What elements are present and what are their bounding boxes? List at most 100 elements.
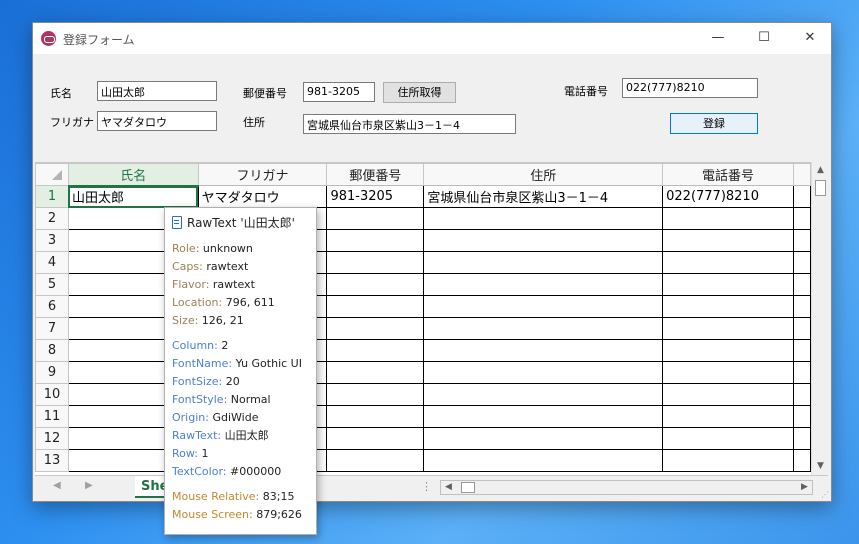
table-cell[interactable] xyxy=(662,317,794,340)
table-cell[interactable] xyxy=(662,295,794,318)
table-cell[interactable] xyxy=(423,405,664,428)
table-cell[interactable] xyxy=(662,229,794,252)
table-cell[interactable] xyxy=(662,207,794,230)
row-header[interactable]: 10 xyxy=(35,383,69,406)
table-cell[interactable] xyxy=(423,361,664,384)
close-button[interactable]: ✕ xyxy=(787,23,833,54)
table-cell[interactable] xyxy=(326,229,425,252)
scroll-down-arrow-icon[interactable]: ▼ xyxy=(813,459,828,474)
table-cell[interactable] xyxy=(792,295,811,318)
table-cell[interactable] xyxy=(792,339,811,362)
table-cell[interactable] xyxy=(423,383,664,406)
table-cell[interactable] xyxy=(326,449,425,472)
table-cell[interactable] xyxy=(326,295,425,318)
scroll-left-arrow-icon[interactable]: ◀ xyxy=(442,481,455,494)
address-field[interactable]: 宮城県仙台市泉区紫山3－1－4 xyxy=(303,114,516,134)
table-cell[interactable] xyxy=(423,207,664,230)
column-header[interactable]: 住所 xyxy=(423,163,664,186)
table-cell[interactable]: 宮城県仙台市泉区紫山3－1－4 xyxy=(423,185,664,208)
table-cell[interactable] xyxy=(792,449,811,472)
scroll-right-arrow-icon[interactable]: ▶ xyxy=(798,481,811,494)
table-cell[interactable]: 山田太郎 xyxy=(67,185,199,208)
horizontal-scroll-thumb[interactable] xyxy=(461,482,475,493)
tab-scroll-right-icon[interactable]: ▶ xyxy=(85,480,93,491)
row-header[interactable]: 8 xyxy=(35,339,69,362)
table-cell[interactable] xyxy=(792,273,811,296)
table-cell[interactable] xyxy=(792,361,811,384)
postal-field[interactable]: 981-3205 xyxy=(303,82,375,102)
table-cell[interactable] xyxy=(662,251,794,274)
table-cell[interactable] xyxy=(326,251,425,274)
table-cell[interactable] xyxy=(423,229,664,252)
resize-grip-icon[interactable]: ⋰ xyxy=(821,490,829,499)
table-cell[interactable] xyxy=(326,405,425,428)
table-cell[interactable] xyxy=(326,383,425,406)
furigana-field[interactable]: ヤマダタロウ xyxy=(97,111,217,131)
get-address-button[interactable]: 住所取得 xyxy=(383,82,456,103)
maximize-button[interactable]: ☐ xyxy=(741,23,787,54)
table-cell[interactable] xyxy=(662,273,794,296)
column-header[interactable]: 電話番号 xyxy=(662,163,794,186)
table-cell[interactable] xyxy=(792,317,811,340)
row-header[interactable]: 7 xyxy=(35,317,69,340)
table-cell[interactable] xyxy=(423,317,664,340)
table-cell[interactable]: ヤマダタロウ xyxy=(197,185,328,208)
table-cell[interactable] xyxy=(792,207,811,230)
row-header[interactable]: 11 xyxy=(35,405,69,428)
column-header[interactable]: フリガナ xyxy=(197,163,328,186)
furigana-label: フリガナ xyxy=(50,116,94,129)
table-cell[interactable] xyxy=(326,339,425,362)
row-header[interactable]: 1 xyxy=(35,185,69,208)
table-cell[interactable] xyxy=(662,339,794,362)
table-cell[interactable] xyxy=(423,427,664,450)
table-cell[interactable] xyxy=(326,361,425,384)
table-cell[interactable] xyxy=(662,449,794,472)
splitter-handle-icon[interactable]: ⋮ xyxy=(421,480,432,493)
table-cell[interactable] xyxy=(792,383,811,406)
tooltip-property-row: Flavor: rawtext xyxy=(172,276,309,294)
register-button[interactable]: 登録 xyxy=(670,113,758,134)
vertical-scroll-thumb[interactable] xyxy=(815,180,826,196)
minimize-button[interactable]: — xyxy=(695,23,741,54)
vertical-scrollbar[interactable]: ▲ ▼ xyxy=(811,162,828,475)
table-cell[interactable] xyxy=(662,383,794,406)
scroll-up-arrow-icon[interactable]: ▲ xyxy=(813,163,828,178)
row-header[interactable]: 6 xyxy=(35,295,69,318)
horizontal-scrollbar[interactable]: ◀ ▶ xyxy=(440,480,813,495)
table-cell[interactable] xyxy=(423,339,664,362)
select-all-corner[interactable] xyxy=(35,163,69,186)
row-header[interactable]: 4 xyxy=(35,251,69,274)
table-cell[interactable] xyxy=(662,361,794,384)
row-header[interactable]: 12 xyxy=(35,427,69,450)
table-cell[interactable] xyxy=(423,449,664,472)
table-cell[interactable] xyxy=(662,405,794,428)
table-cell[interactable] xyxy=(423,295,664,318)
table-cell[interactable] xyxy=(792,405,811,428)
table-cell[interactable] xyxy=(792,185,811,208)
table-cell[interactable] xyxy=(423,251,664,274)
table-cell[interactable] xyxy=(326,273,425,296)
column-header[interactable]: 氏名 xyxy=(67,163,199,187)
row-header[interactable]: 3 xyxy=(35,229,69,252)
row-header[interactable]: 13 xyxy=(35,449,69,472)
row-header[interactable]: 5 xyxy=(35,273,69,296)
table-cell[interactable]: 022(777)8210 xyxy=(662,185,794,208)
spreadsheet-grid[interactable]: 氏名 フリガナ 郵便番号 住所 電話番号 1 山田太郎 ヤマダタロウ 981-3… xyxy=(35,162,811,475)
column-header-extra[interactable] xyxy=(792,163,811,186)
title-bar[interactable]: 登録フォーム — ☐ ✕ xyxy=(33,23,831,54)
row-header[interactable]: 2 xyxy=(35,207,69,230)
table-cell[interactable] xyxy=(326,317,425,340)
name-field[interactable]: 山田太郎 xyxy=(97,81,217,101)
table-cell[interactable] xyxy=(792,229,811,252)
tab-scroll-left-icon[interactable]: ◀ xyxy=(53,480,61,491)
table-cell[interactable]: 981-3205 xyxy=(326,185,425,208)
phone-field[interactable]: 022(777)8210 xyxy=(622,78,758,98)
column-header[interactable]: 郵便番号 xyxy=(326,163,425,186)
table-cell[interactable] xyxy=(792,427,811,450)
table-cell[interactable] xyxy=(326,427,425,450)
row-header[interactable]: 9 xyxy=(35,361,69,384)
table-cell[interactable] xyxy=(326,207,425,230)
table-cell[interactable] xyxy=(662,427,794,450)
table-cell[interactable] xyxy=(423,273,664,296)
table-cell[interactable] xyxy=(792,251,811,274)
